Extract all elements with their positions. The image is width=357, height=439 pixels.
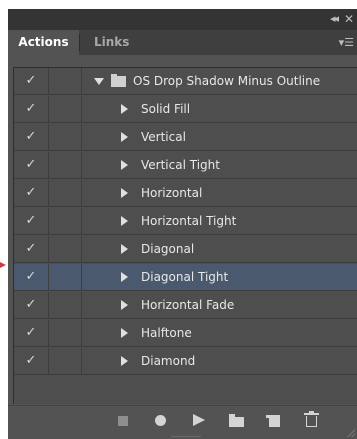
annotation-pointer xyxy=(0,262,6,268)
action-row[interactable]: ✓ Solid Fill xyxy=(14,96,357,123)
toggle-checkbox[interactable]: ✓ xyxy=(14,236,49,263)
panel-titlebar[interactable]: ◂◂ ✕ xyxy=(8,9,357,30)
dialog-toggle[interactable] xyxy=(49,124,82,151)
action-set-label: OS Drop Shadow Minus Outline xyxy=(133,74,321,88)
dialog-toggle[interactable] xyxy=(49,264,82,291)
double-chevron-left-icon[interactable]: ◂◂ xyxy=(330,11,339,27)
close-icon[interactable]: ✕ xyxy=(344,11,354,27)
collapsed-triangle-icon[interactable] xyxy=(121,356,128,366)
panel-tabbar: Actions Links ▾☰ xyxy=(8,30,357,55)
toggle-checkbox[interactable]: ✓ xyxy=(14,292,49,319)
action-row-selected[interactable]: ✓ Diagonal Tight xyxy=(14,264,357,291)
action-row[interactable]: ✓ Halftone xyxy=(14,320,357,347)
toggle-checkbox[interactable]: ✓ xyxy=(14,96,49,123)
action-label: Horizontal xyxy=(141,186,203,200)
action-row[interactable]: ✓ Diamond xyxy=(14,348,357,375)
toggle-checkbox[interactable]: ✓ xyxy=(14,348,49,375)
collapsed-triangle-icon[interactable] xyxy=(121,160,128,170)
action-row[interactable]: ✓ Vertical Tight xyxy=(14,152,357,179)
action-label: Halftone xyxy=(141,326,192,340)
collapsed-triangle-icon[interactable] xyxy=(121,104,128,114)
collapsed-triangle-icon[interactable] xyxy=(121,132,128,142)
dialog-toggle[interactable] xyxy=(49,152,82,179)
dialog-toggle[interactable] xyxy=(49,320,82,347)
expand-triangle-icon[interactable] xyxy=(94,78,104,85)
toggle-checkbox[interactable]: ✓ xyxy=(14,264,49,291)
collapsed-triangle-icon[interactable] xyxy=(121,188,128,198)
dialog-toggle[interactable] xyxy=(49,348,82,375)
action-row[interactable]: ✓ Horizontal Fade xyxy=(14,292,357,319)
action-row[interactable]: ✓ Horizontal xyxy=(14,180,357,207)
action-row[interactable]: ✓ Vertical xyxy=(14,124,357,151)
toggle-checkbox[interactable]: ✓ xyxy=(14,208,49,235)
resize-corner-icon[interactable] xyxy=(347,429,355,437)
dialog-toggle[interactable] xyxy=(49,208,82,235)
actions-toolbar xyxy=(8,405,357,439)
folder-icon xyxy=(111,74,126,87)
dialog-toggle[interactable] xyxy=(49,180,82,207)
tab-links[interactable]: Links xyxy=(86,30,129,55)
actions-panel: ◂◂ ✕ Actions Links ▾☰ ✓ OS Drop Shadow M… xyxy=(8,9,357,439)
dialog-toggle[interactable] xyxy=(49,292,82,319)
action-set-row[interactable]: ✓ OS Drop Shadow Minus Outline xyxy=(14,68,357,95)
collapsed-triangle-icon[interactable] xyxy=(121,300,128,310)
action-label: Horizontal Tight xyxy=(141,214,237,228)
collapsed-triangle-icon[interactable] xyxy=(121,272,128,282)
dialog-toggle[interactable] xyxy=(49,96,82,123)
actions-list: ✓ OS Drop Shadow Minus Outline ✓ Solid F… xyxy=(13,67,357,404)
panel-menu-icon[interactable]: ▾☰ xyxy=(339,37,354,48)
action-label: Diamond xyxy=(141,354,196,368)
tab-divider xyxy=(79,34,80,51)
toggle-checkbox[interactable]: ✓ xyxy=(14,180,49,207)
dialog-toggle[interactable] xyxy=(49,68,82,95)
action-label: Vertical xyxy=(141,130,186,144)
action-label: Horizontal Fade xyxy=(141,298,235,312)
action-label: Diagonal xyxy=(141,242,195,256)
action-label: Vertical Tight xyxy=(141,158,220,172)
toggle-checkbox[interactable]: ✓ xyxy=(14,124,49,151)
action-label: Solid Fill xyxy=(141,102,191,116)
action-label: Diagonal Tight xyxy=(141,270,229,284)
action-row[interactable]: ✓ Horizontal Tight xyxy=(14,208,357,235)
dialog-toggle[interactable] xyxy=(49,236,82,263)
collapsed-triangle-icon[interactable] xyxy=(121,244,128,254)
collapsed-triangle-icon[interactable] xyxy=(121,328,128,338)
action-row[interactable]: ✓ Diagonal xyxy=(14,236,357,263)
toggle-checkbox[interactable]: ✓ xyxy=(14,320,49,347)
collapsed-triangle-icon[interactable] xyxy=(121,216,128,226)
toggle-checkbox[interactable]: ✓ xyxy=(14,68,49,95)
toggle-checkbox[interactable]: ✓ xyxy=(14,152,49,179)
tab-actions[interactable]: Actions xyxy=(8,30,79,55)
